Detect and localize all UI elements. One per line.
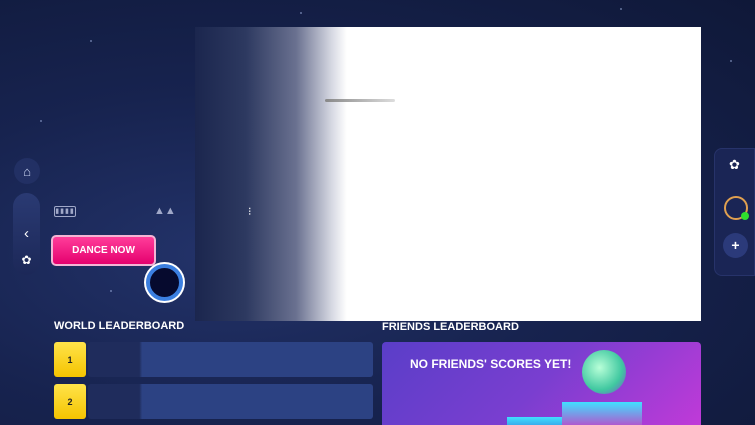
dance-now-label: DANCE NOW [72,245,135,256]
friends-leaderboard-title: FRIENDS LEADERBOARD [382,321,519,333]
home-icon: ⌂ [23,163,31,179]
player-bar [88,342,373,377]
cursor [146,264,183,301]
online-status-icon [741,212,749,220]
star [40,120,42,122]
player-bar [88,384,373,419]
pedestal-illustration [507,417,567,425]
star [110,290,112,292]
video-preview [195,27,701,321]
star [620,8,622,10]
star [730,60,732,62]
mascot-orb-illustration [582,350,626,394]
dance-moves-icon[interactable]: ✿ [715,157,754,173]
no-scores-message: NO FRIENDS' SCORES YET! [410,357,572,371]
right-panel: ✿ + [714,148,755,276]
home-button[interactable]: ⌂ [14,158,40,184]
chevron-left-icon[interactable]: ‹ [13,225,40,242]
plus-icon[interactable]: + [723,233,748,258]
world-leaderboard-title: WORLD LEADERBOARD [54,320,185,332]
difficulty-icon: ▲▲ [154,205,176,217]
leaderboard-row[interactable]: 2 [54,384,373,419]
side-menu[interactable]: ‹ ✿ [13,193,40,275]
rank-badge: 1 [54,342,86,377]
dance-now-button[interactable]: DANCE NOW [51,235,156,266]
rank-badge: 2 [54,384,86,419]
leaderboard-row[interactable]: 1 [54,342,373,377]
coach-icon: ⁝ [248,206,252,218]
pedestal-illustration [562,402,642,425]
star [90,40,92,42]
battery-icon: ▮▮▮▮ [54,206,76,217]
friends-leaderboard-panel: NO FRIENDS' SCORES YET! [382,342,701,425]
star [300,12,302,14]
dance-moves-icon[interactable]: ✿ [13,253,40,267]
